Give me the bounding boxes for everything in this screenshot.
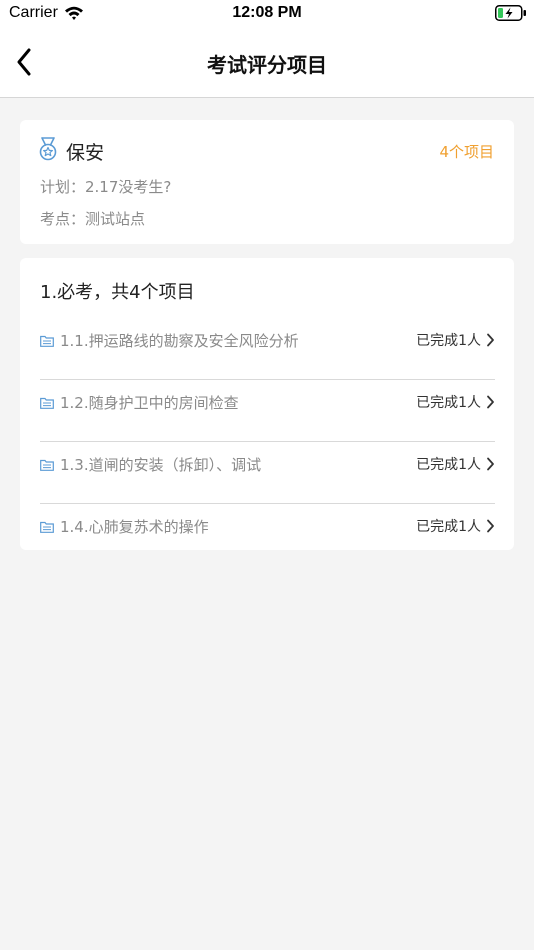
- page-title: 考试评分项目: [207, 53, 327, 77]
- exam-items-card: 1.必考，共4个项目 1.1.押运路线的勘察及安全风险分析 已完成1人 1.2.…: [20, 258, 514, 550]
- folder-icon: [40, 397, 54, 409]
- list-item[interactable]: 1.3.道闸的安装（拆卸）、调试 已完成1人: [40, 443, 495, 504]
- clock: 12:08 PM: [232, 4, 302, 21]
- medal-icon: [39, 137, 57, 161]
- item-label: 1.3.道闸的安装（拆卸）、调试: [60, 456, 262, 474]
- chevron-right-icon: [487, 395, 494, 409]
- section-heading: 1.必考，共4个项目: [40, 282, 195, 303]
- folder-icon: [40, 335, 54, 347]
- item-label: 1.4.心肺复苏术的操作: [60, 518, 209, 536]
- folder-icon: [40, 521, 54, 533]
- navigation-bar: 考试评分项目: [0, 28, 534, 98]
- completion-status: 已完成1人: [416, 333, 481, 349]
- exam-site-text: 考点：测试站点: [40, 210, 146, 228]
- status-bar: Carrier 12:08 PM: [0, 0, 534, 28]
- battery-charging-icon: [495, 5, 526, 21]
- item-label: 1.2.随身护卫中的房间检查: [60, 394, 239, 412]
- completion-status: 已完成1人: [416, 395, 481, 411]
- chevron-right-icon: [487, 519, 494, 533]
- chevron-right-icon: [487, 457, 494, 471]
- plan-text: 计划：2.17没考生?: [40, 178, 172, 196]
- list-item[interactable]: 1.2.随身护卫中的房间检查 已完成1人: [40, 381, 495, 442]
- exam-summary-card: 保安 4个项目 计划：2.17没考生? 考点：测试站点: [20, 120, 514, 244]
- chevron-right-icon: [487, 333, 494, 347]
- list-item[interactable]: 1.1.押运路线的勘察及安全风险分析 已完成1人: [40, 319, 495, 380]
- completion-status: 已完成1人: [416, 519, 481, 535]
- job-title: 保安: [66, 142, 105, 164]
- folder-icon: [40, 459, 54, 471]
- list-item[interactable]: 1.4.心肺复苏术的操作 已完成1人: [40, 505, 495, 545]
- completion-status: 已完成1人: [416, 457, 481, 473]
- item-label: 1.1.押运路线的勘察及安全风险分析: [60, 332, 299, 350]
- project-count: 4个项目: [439, 143, 494, 161]
